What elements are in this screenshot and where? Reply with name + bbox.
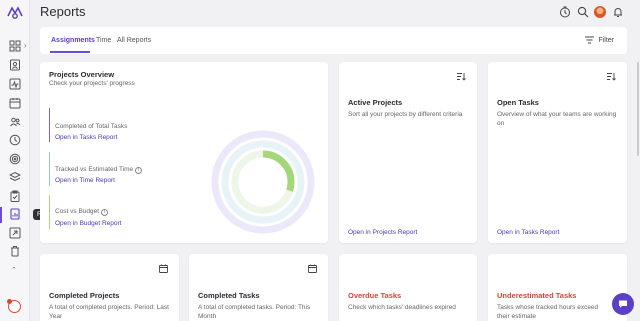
metric-color-bar (49, 195, 50, 229)
open-time-report-link[interactable]: Open in Time Report (55, 177, 115, 184)
card-description: Overview of what your teams are working … (497, 111, 617, 127)
card-description: Check which tasks' deadlines expired (348, 304, 456, 311)
tab-all-reports[interactable]: All Reports (117, 37, 151, 44)
metric-label: Tracked vs Estimated Time i (55, 166, 143, 174)
open-tasks-card[interactable]: Open Tasks Overview of what your teams a… (488, 62, 627, 243)
trash-icon[interactable] (9, 245, 21, 257)
card-title: Active Projects (348, 98, 403, 107)
card-description: A total of completed projects. Period: L… (49, 304, 169, 320)
open-tasks-report-link[interactable]: Open in Tasks Report (497, 229, 559, 236)
timer-icon[interactable] (559, 6, 571, 18)
active-projects-card[interactable]: Active Projects Sort all your projects b… (339, 62, 477, 243)
contact-card-icon[interactable] (9, 59, 21, 71)
filter-icon (585, 36, 595, 44)
card-subtitle: Check your projects' progress (49, 80, 135, 87)
chat-button[interactable] (612, 293, 634, 315)
metric-color-bar (49, 108, 50, 142)
completed-projects-card[interactable]: Completed Projects A total of completed … (40, 254, 179, 321)
reports-icon[interactable] (9, 208, 21, 220)
clipboard-icon[interactable] (9, 190, 21, 202)
open-budget-report-link[interactable]: Open in Budget Report (55, 220, 122, 227)
card-title: Projects Overview (49, 70, 115, 79)
metric-label-text: Tracked vs Estimated Time (55, 166, 134, 173)
open-tasks-report-link[interactable]: Open in Tasks Report (55, 134, 117, 141)
active-indicator (0, 207, 2, 223)
export-icon[interactable] (9, 227, 21, 239)
notification-dot (7, 299, 12, 304)
calendar-icon[interactable] (9, 97, 21, 109)
team-icon[interactable] (9, 116, 21, 128)
card-description: Sort all your projects by different crit… (348, 111, 463, 118)
expand-sidebar-icon[interactable]: › (24, 41, 27, 50)
chat-icon (619, 300, 627, 308)
projects-overview-card: Projects Overview Check your projects' p… (40, 62, 328, 243)
info-icon[interactable]: i (135, 167, 143, 174)
avatar[interactable] (594, 6, 606, 18)
calendar-icon[interactable] (308, 264, 317, 273)
sidebar: › ⌃ (0, 0, 30, 321)
card-title: Completed Projects (49, 291, 120, 300)
tab-assignments[interactable]: Assignments (51, 37, 95, 44)
bell-icon[interactable] (612, 6, 624, 18)
tab-time[interactable]: Time (96, 37, 111, 44)
card-title: Open Tasks (497, 98, 539, 107)
sort-icon[interactable] (457, 72, 466, 81)
app-logo[interactable] (6, 4, 24, 20)
collapse-up-icon[interactable]: ⌃ (11, 266, 17, 274)
card-title: Completed Tasks (198, 291, 260, 300)
sort-icon[interactable] (607, 72, 616, 81)
active-tab-underline (50, 51, 90, 53)
info-icon[interactable]: i (101, 209, 109, 216)
overdue-tasks-card[interactable]: Overdue Tasks Check which tasks' deadlin… (339, 254, 477, 321)
scrollbar-thumb[interactable] (637, 62, 639, 156)
open-projects-report-link[interactable]: Open in Projects Report (348, 229, 417, 236)
filter-label: Filter (598, 36, 614, 44)
metric-label-text: Cost vs Budget (55, 208, 100, 215)
dashboard-icon[interactable] (9, 40, 21, 52)
layers-icon[interactable] (9, 171, 21, 183)
card-title: Overdue Tasks (348, 291, 402, 300)
activity-icon[interactable] (9, 78, 21, 90)
underestimated-tasks-card[interactable]: Underestimated Tasks Tasks whose tracked… (488, 254, 627, 321)
tabs-bar: Assignments Time All Reports Filter (40, 27, 627, 54)
metric-label: Cost vs Budget i (55, 208, 109, 216)
metric-color-bar (49, 152, 50, 186)
card-description: Tasks whose tracked hours exceed their e… (497, 304, 599, 320)
search-icon[interactable] (577, 6, 589, 18)
card-title: Underestimated Tasks (497, 291, 577, 300)
progress-donut (211, 130, 315, 234)
target-icon[interactable] (9, 153, 21, 165)
page-title: Reports (40, 4, 86, 19)
card-description: A total of completed tasks. Period: This… (198, 304, 311, 320)
clock-icon[interactable] (9, 134, 21, 146)
filter-button[interactable]: Filter (585, 36, 614, 44)
metric-label: Completed of Total Tasks (55, 123, 128, 130)
completed-tasks-card[interactable]: Completed Tasks A total of completed tas… (189, 254, 328, 321)
calendar-icon[interactable] (159, 264, 168, 273)
